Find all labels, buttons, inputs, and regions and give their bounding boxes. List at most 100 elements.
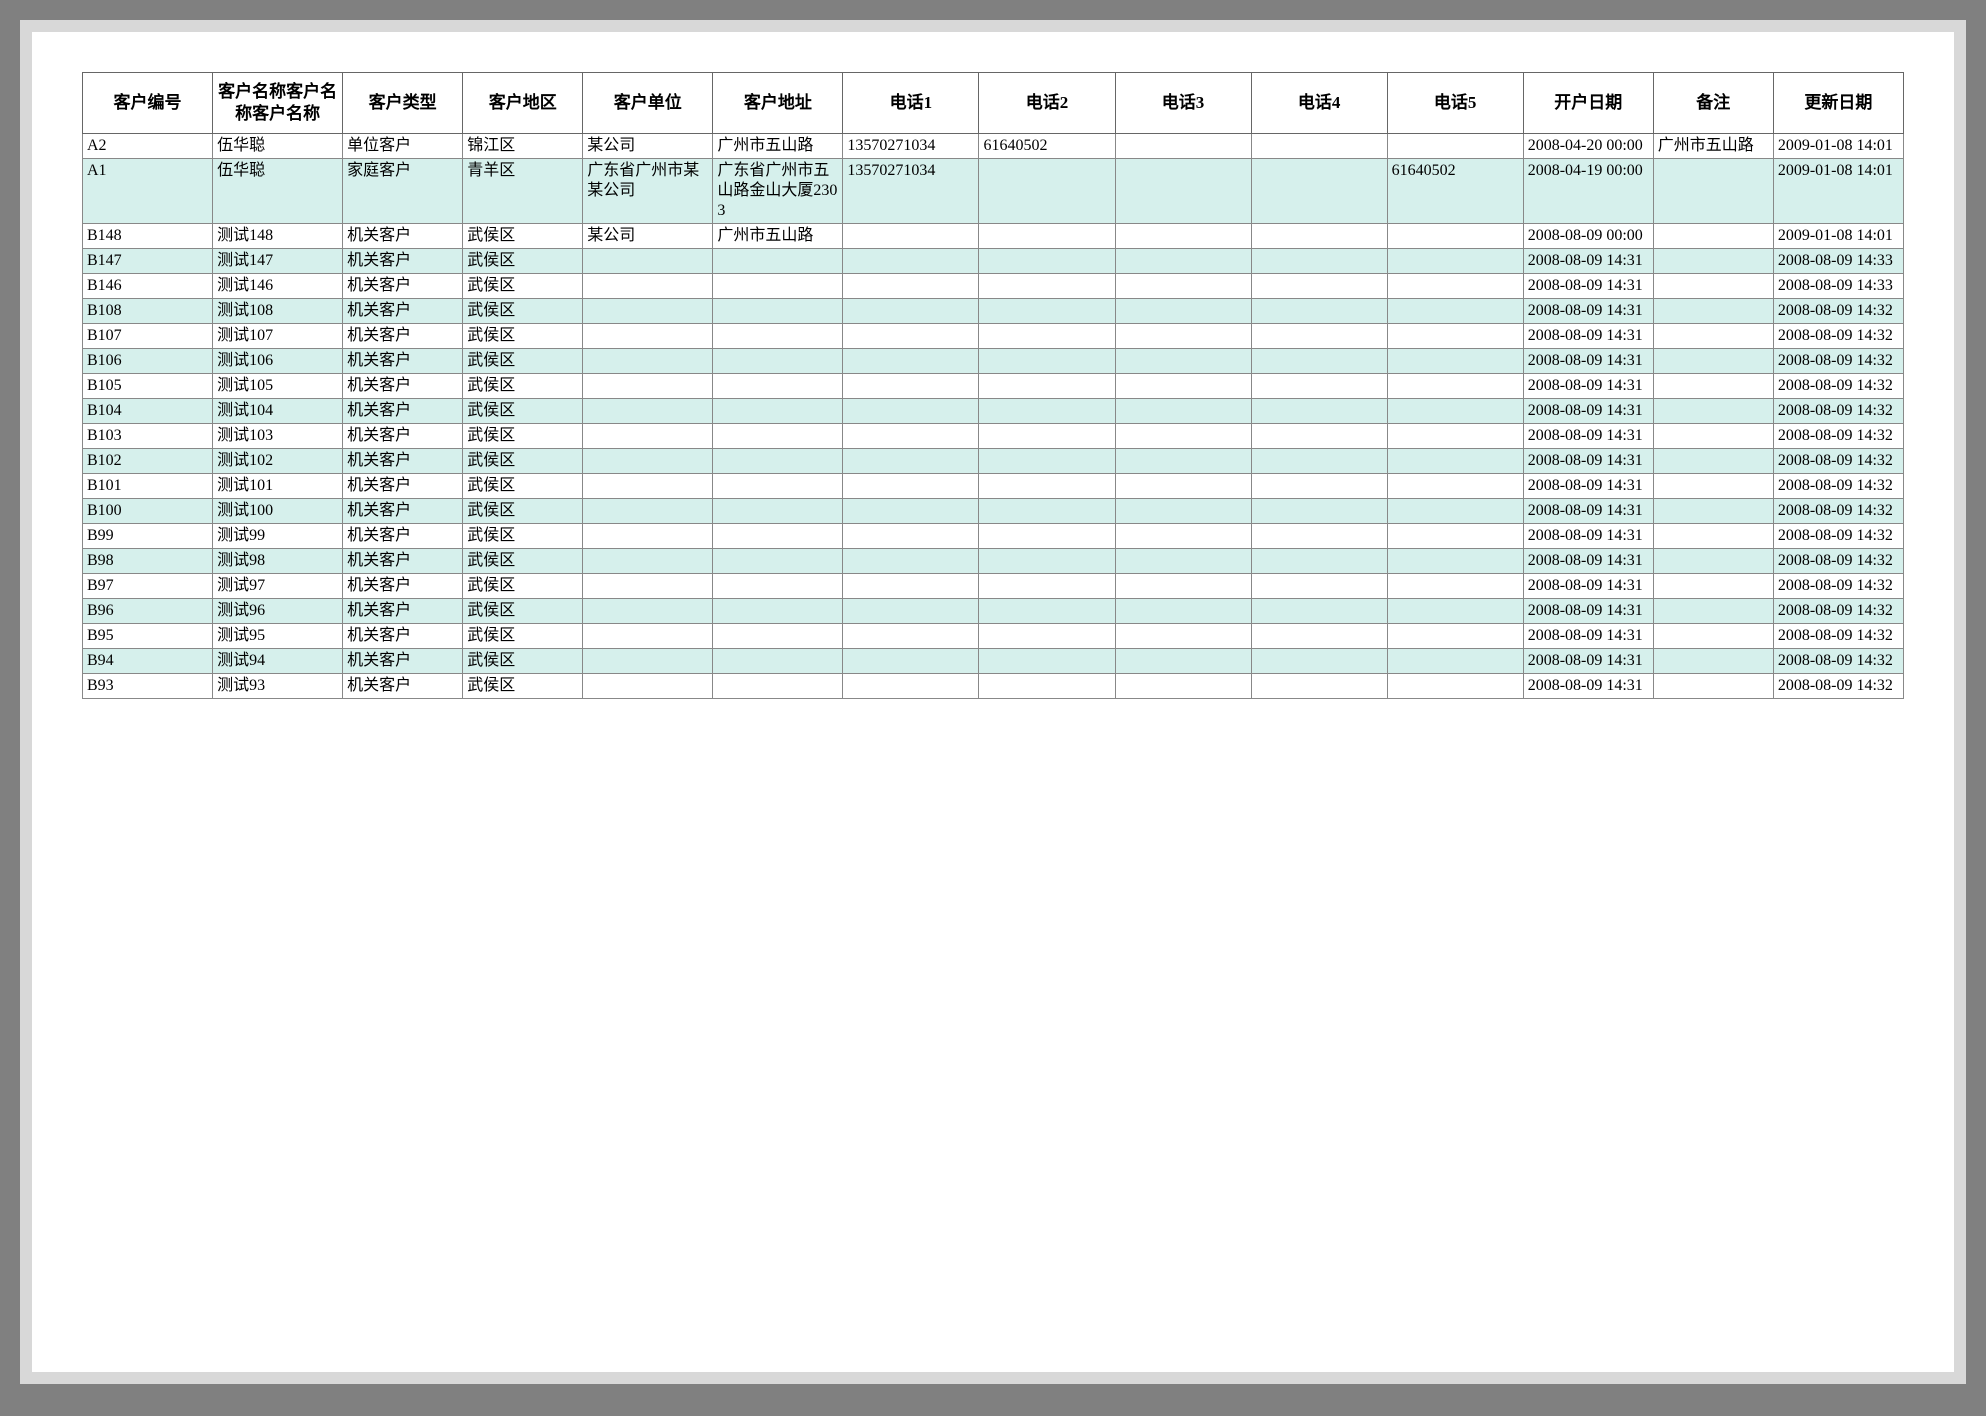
- cell-note[interactable]: [1653, 249, 1773, 274]
- cell-tel4[interactable]: [1251, 159, 1387, 224]
- cell-region[interactable]: 武侯区: [463, 374, 583, 399]
- cell-note[interactable]: [1653, 499, 1773, 524]
- cell-type[interactable]: 机关客户: [343, 649, 463, 674]
- cell-addr[interactable]: [713, 674, 843, 699]
- cell-tel5[interactable]: [1387, 599, 1523, 624]
- cell-tel3[interactable]: [1115, 624, 1251, 649]
- cell-tel5[interactable]: [1387, 324, 1523, 349]
- cell-open_date[interactable]: 2008-08-09 14:31: [1523, 499, 1653, 524]
- cell-region[interactable]: 武侯区: [463, 424, 583, 449]
- cell-note[interactable]: [1653, 224, 1773, 249]
- cell-tel1[interactable]: [843, 424, 979, 449]
- cell-update_date[interactable]: 2008-08-09 14:32: [1773, 674, 1903, 699]
- cell-open_date[interactable]: 2008-08-09 14:31: [1523, 374, 1653, 399]
- cell-addr[interactable]: [713, 249, 843, 274]
- cell-open_date[interactable]: 2008-08-09 14:31: [1523, 324, 1653, 349]
- cell-tel1[interactable]: [843, 649, 979, 674]
- cell-region[interactable]: 武侯区: [463, 449, 583, 474]
- cell-tel3[interactable]: [1115, 474, 1251, 499]
- cell-tel3[interactable]: [1115, 424, 1251, 449]
- cell-addr[interactable]: [713, 324, 843, 349]
- cell-type[interactable]: 机关客户: [343, 274, 463, 299]
- cell-tel2[interactable]: [979, 274, 1115, 299]
- cell-type[interactable]: 机关客户: [343, 349, 463, 374]
- cell-name[interactable]: 测试97: [213, 574, 343, 599]
- cell-name[interactable]: 测试107: [213, 324, 343, 349]
- cell-tel1[interactable]: [843, 374, 979, 399]
- cell-region[interactable]: 武侯区: [463, 674, 583, 699]
- cell-tel4[interactable]: [1251, 624, 1387, 649]
- cell-tel1[interactable]: [843, 499, 979, 524]
- cell-tel4[interactable]: [1251, 374, 1387, 399]
- cell-tel3[interactable]: [1115, 574, 1251, 599]
- cell-addr[interactable]: [713, 499, 843, 524]
- table-row[interactable]: B94测试94机关客户武侯区2008-08-09 14:312008-08-09…: [83, 649, 1904, 674]
- cell-tel1[interactable]: [843, 324, 979, 349]
- cell-update_date[interactable]: 2008-08-09 14:32: [1773, 474, 1903, 499]
- cell-tel4[interactable]: [1251, 349, 1387, 374]
- table-row[interactable]: B105测试105机关客户武侯区2008-08-09 14:312008-08-…: [83, 374, 1904, 399]
- cell-note[interactable]: [1653, 624, 1773, 649]
- cell-unit[interactable]: [583, 624, 713, 649]
- cell-tel2[interactable]: [979, 624, 1115, 649]
- cell-update_date[interactable]: 2008-08-09 14:32: [1773, 399, 1903, 424]
- cell-unit[interactable]: [583, 324, 713, 349]
- cell-name[interactable]: 测试146: [213, 274, 343, 299]
- cell-region[interactable]: 武侯区: [463, 524, 583, 549]
- cell-unit[interactable]: [583, 349, 713, 374]
- cell-addr[interactable]: [713, 274, 843, 299]
- table-row[interactable]: B108测试108机关客户武侯区2008-08-09 14:312008-08-…: [83, 299, 1904, 324]
- cell-tel4[interactable]: [1251, 499, 1387, 524]
- cell-tel5[interactable]: [1387, 299, 1523, 324]
- cell-type[interactable]: 家庭客户: [343, 159, 463, 224]
- cell-tel3[interactable]: [1115, 299, 1251, 324]
- table-row[interactable]: B101测试101机关客户武侯区2008-08-09 14:312008-08-…: [83, 474, 1904, 499]
- cell-note[interactable]: 广州市五山路: [1653, 134, 1773, 159]
- cell-id[interactable]: B103: [83, 424, 213, 449]
- table-row[interactable]: B98测试98机关客户武侯区2008-08-09 14:312008-08-09…: [83, 549, 1904, 574]
- cell-id[interactable]: A2: [83, 134, 213, 159]
- cell-region[interactable]: 武侯区: [463, 599, 583, 624]
- cell-unit[interactable]: 广东省广州市某某公司: [583, 159, 713, 224]
- cell-tel5[interactable]: [1387, 549, 1523, 574]
- cell-tel5[interactable]: [1387, 474, 1523, 499]
- table-row[interactable]: B146测试146机关客户武侯区2008-08-09 14:312008-08-…: [83, 274, 1904, 299]
- cell-note[interactable]: [1653, 674, 1773, 699]
- cell-tel5[interactable]: [1387, 674, 1523, 699]
- cell-name[interactable]: 测试104: [213, 399, 343, 424]
- cell-open_date[interactable]: 2008-08-09 14:31: [1523, 349, 1653, 374]
- cell-region[interactable]: 锦江区: [463, 134, 583, 159]
- cell-unit[interactable]: [583, 424, 713, 449]
- cell-region[interactable]: 武侯区: [463, 324, 583, 349]
- cell-tel1[interactable]: [843, 599, 979, 624]
- cell-tel3[interactable]: [1115, 399, 1251, 424]
- cell-open_date[interactable]: 2008-08-09 14:31: [1523, 674, 1653, 699]
- header-name[interactable]: 客户名称客户名称客户名称: [213, 73, 343, 134]
- cell-unit[interactable]: 某公司: [583, 134, 713, 159]
- cell-tel4[interactable]: [1251, 649, 1387, 674]
- cell-addr[interactable]: [713, 299, 843, 324]
- cell-type[interactable]: 机关客户: [343, 399, 463, 424]
- table-row[interactable]: B148测试148机关客户武侯区某公司广州市五山路2008-08-09 00:0…: [83, 224, 1904, 249]
- table-row[interactable]: A2伍华聪单位客户锦江区某公司广州市五山路1357027103461640502…: [83, 134, 1904, 159]
- cell-tel4[interactable]: [1251, 424, 1387, 449]
- cell-note[interactable]: [1653, 574, 1773, 599]
- cell-tel2[interactable]: [979, 574, 1115, 599]
- cell-type[interactable]: 机关客户: [343, 574, 463, 599]
- cell-tel3[interactable]: [1115, 674, 1251, 699]
- table-row[interactable]: B97测试97机关客户武侯区2008-08-09 14:312008-08-09…: [83, 574, 1904, 599]
- cell-type[interactable]: 机关客户: [343, 224, 463, 249]
- cell-id[interactable]: B107: [83, 324, 213, 349]
- cell-id[interactable]: B96: [83, 599, 213, 624]
- cell-unit[interactable]: [583, 299, 713, 324]
- cell-name[interactable]: 测试99: [213, 524, 343, 549]
- cell-open_date[interactable]: 2008-08-09 00:00: [1523, 224, 1653, 249]
- table-row[interactable]: B102测试102机关客户武侯区2008-08-09 14:312008-08-…: [83, 449, 1904, 474]
- cell-tel1[interactable]: [843, 349, 979, 374]
- cell-note[interactable]: [1653, 324, 1773, 349]
- cell-unit[interactable]: [583, 399, 713, 424]
- cell-tel4[interactable]: [1251, 549, 1387, 574]
- cell-tel1[interactable]: [843, 449, 979, 474]
- cell-tel5[interactable]: [1387, 134, 1523, 159]
- cell-unit[interactable]: [583, 249, 713, 274]
